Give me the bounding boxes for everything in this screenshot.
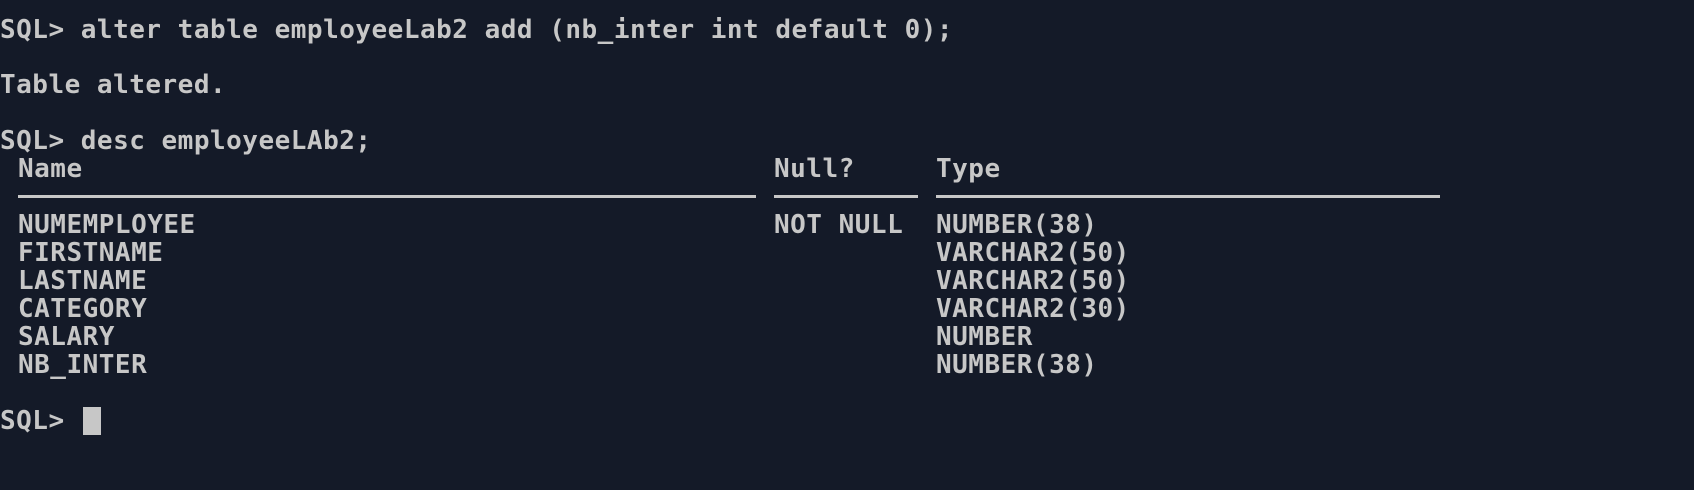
row-name: FIRSTNAME — [18, 238, 164, 268]
header-name: Name — [18, 154, 83, 184]
row-type: VARCHAR2(30) — [936, 294, 1130, 324]
row-null: NOT NULL — [774, 210, 904, 240]
terminal-window[interactable]: SQL> alter table employeeLab2 add (nb_in… — [0, 0, 1694, 490]
table-row: LASTNAME VARCHAR2(50) — [0, 267, 1694, 295]
row-type: VARCHAR2(50) — [936, 266, 1130, 296]
table-row: FIRSTNAME VARCHAR2(50) — [0, 239, 1694, 267]
row-name: NB_INTER — [18, 350, 148, 380]
header-null: Null? — [774, 154, 855, 184]
command-alter-table: SQL> alter table employeeLab2 add (nb_in… — [0, 15, 954, 45]
row-name: LASTNAME — [18, 266, 148, 296]
table-row: NB_INTER NUMBER(38) — [0, 351, 1694, 379]
text-cursor — [82, 407, 101, 435]
output-table-altered: Table altered. — [0, 70, 227, 100]
header-type: Type — [936, 154, 1001, 184]
header-rule-null — [774, 195, 918, 198]
command-desc: SQL> desc employeeLAb2; — [0, 126, 372, 156]
row-type: VARCHAR2(50) — [936, 238, 1130, 268]
table-row: CATEGORY VARCHAR2(30) — [0, 295, 1694, 323]
prompt-line[interactable]: SQL> — [0, 407, 101, 435]
row-type: NUMBER(38) — [936, 210, 1098, 240]
desc-header-row: Name Null? Type — [0, 155, 1694, 183]
row-type: NUMBER(38) — [936, 350, 1098, 380]
row-name: CATEGORY — [18, 294, 148, 324]
sql-prompt: SQL> — [0, 406, 81, 436]
row-name: NUMEMPLOYEE — [18, 210, 196, 240]
header-rule-name — [18, 195, 756, 198]
table-row: SALARY NUMBER — [0, 323, 1694, 351]
row-name: SALARY — [18, 322, 115, 352]
header-rule-type — [936, 195, 1440, 198]
row-type: NUMBER — [936, 322, 1033, 352]
table-row: NUMEMPLOYEE NOT NULL NUMBER(38) — [0, 211, 1694, 239]
